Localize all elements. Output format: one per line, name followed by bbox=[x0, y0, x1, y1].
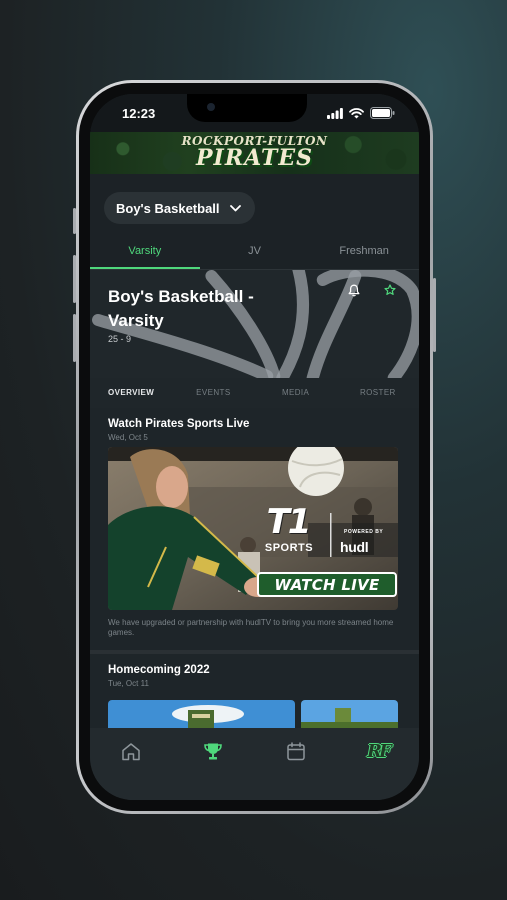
card-date: Tue, Oct 11 bbox=[108, 679, 149, 688]
mute-switch bbox=[73, 208, 76, 234]
watch-live-label: WATCH LIVE bbox=[274, 576, 380, 594]
notch bbox=[187, 94, 307, 122]
volume-up-button bbox=[73, 255, 76, 303]
power-button bbox=[433, 278, 436, 352]
sport-selector-value: Boy's Basketball bbox=[116, 200, 220, 216]
card-title[interactable]: Homecoming 2022 bbox=[108, 664, 210, 676]
team-title: Boy's Basketball - Varsity bbox=[108, 287, 254, 330]
t1-logo: T1 bbox=[266, 502, 312, 542]
homecoming-photo[interactable] bbox=[108, 700, 295, 730]
battery-icon bbox=[370, 107, 395, 119]
camera-icon bbox=[207, 103, 215, 111]
sport-selector[interactable]: Boy's Basketball bbox=[104, 192, 255, 224]
wifi-icon bbox=[349, 107, 364, 118]
nav-sports[interactable] bbox=[172, 728, 254, 800]
tab-overview[interactable]: OVERVIEW bbox=[90, 378, 172, 408]
rf-logo-icon: RF bbox=[367, 741, 392, 762]
trophy-icon bbox=[204, 743, 223, 760]
nav-school[interactable]: RF bbox=[337, 728, 419, 800]
homecoming-image bbox=[108, 700, 295, 730]
bottom-nav: RF bbox=[90, 728, 419, 800]
tab-varsity[interactable]: Varsity bbox=[90, 234, 200, 270]
tab-roster[interactable]: ROSTER bbox=[337, 378, 419, 408]
app-screen: 12:23 ROCKPORT-FULTON PIRATES Boy's Bask… bbox=[90, 94, 419, 800]
card-date: Wed, Oct 5 bbox=[108, 433, 148, 442]
volume-down-button bbox=[73, 314, 76, 362]
team-hero: Boy's Basketball - Varsity 25 - 9 bbox=[90, 270, 419, 378]
chevron-down-icon bbox=[229, 204, 241, 211]
hudl-logo: hudl bbox=[340, 539, 369, 555]
bell-icon[interactable] bbox=[348, 284, 360, 297]
news-feed: Watch Pirates Sports Live Wed, Oct 5 T1 … bbox=[90, 408, 419, 730]
powered-by-label: POWERED BY bbox=[344, 529, 384, 535]
phone-frame: 12:23 ROCKPORT-FULTON PIRATES Boy's Bask… bbox=[73, 80, 436, 814]
team-record: 25 - 9 bbox=[108, 334, 132, 344]
calendar-icon bbox=[286, 742, 305, 761]
logo-mascot: PIRATES bbox=[195, 145, 313, 171]
home-icon bbox=[122, 743, 140, 761]
level-tabs: Varsity JV Freshman bbox=[90, 234, 419, 270]
status-bar: 12:23 bbox=[90, 94, 419, 132]
card-caption: We have upgraded or partnership with hud… bbox=[108, 618, 394, 637]
card-divider bbox=[90, 650, 419, 654]
signal-icon bbox=[327, 107, 343, 119]
card-title[interactable]: Watch Pirates Sports Live bbox=[108, 418, 249, 430]
homecoming-image-2 bbox=[301, 700, 398, 730]
school-banner: ROCKPORT-FULTON PIRATES bbox=[90, 132, 419, 174]
tab-jv[interactable]: JV bbox=[200, 234, 310, 270]
nav-calendar[interactable] bbox=[255, 728, 337, 800]
nav-home[interactable] bbox=[90, 728, 172, 800]
tab-freshman[interactable]: Freshman bbox=[309, 234, 419, 270]
tab-media[interactable]: MEDIA bbox=[255, 378, 337, 408]
star-icon[interactable] bbox=[384, 284, 396, 296]
tab-events[interactable]: EVENTS bbox=[172, 378, 254, 408]
sports-wordmark: SPORTS bbox=[264, 542, 314, 554]
homecoming-photo-2[interactable] bbox=[301, 700, 398, 730]
section-tabs: OVERVIEW EVENTS MEDIA ROSTER bbox=[90, 378, 419, 408]
watch-live-image[interactable]: T1 SPORTS POWERED BY hudl WATCH LIVE bbox=[108, 447, 398, 610]
status-time: 12:23 bbox=[122, 106, 156, 121]
